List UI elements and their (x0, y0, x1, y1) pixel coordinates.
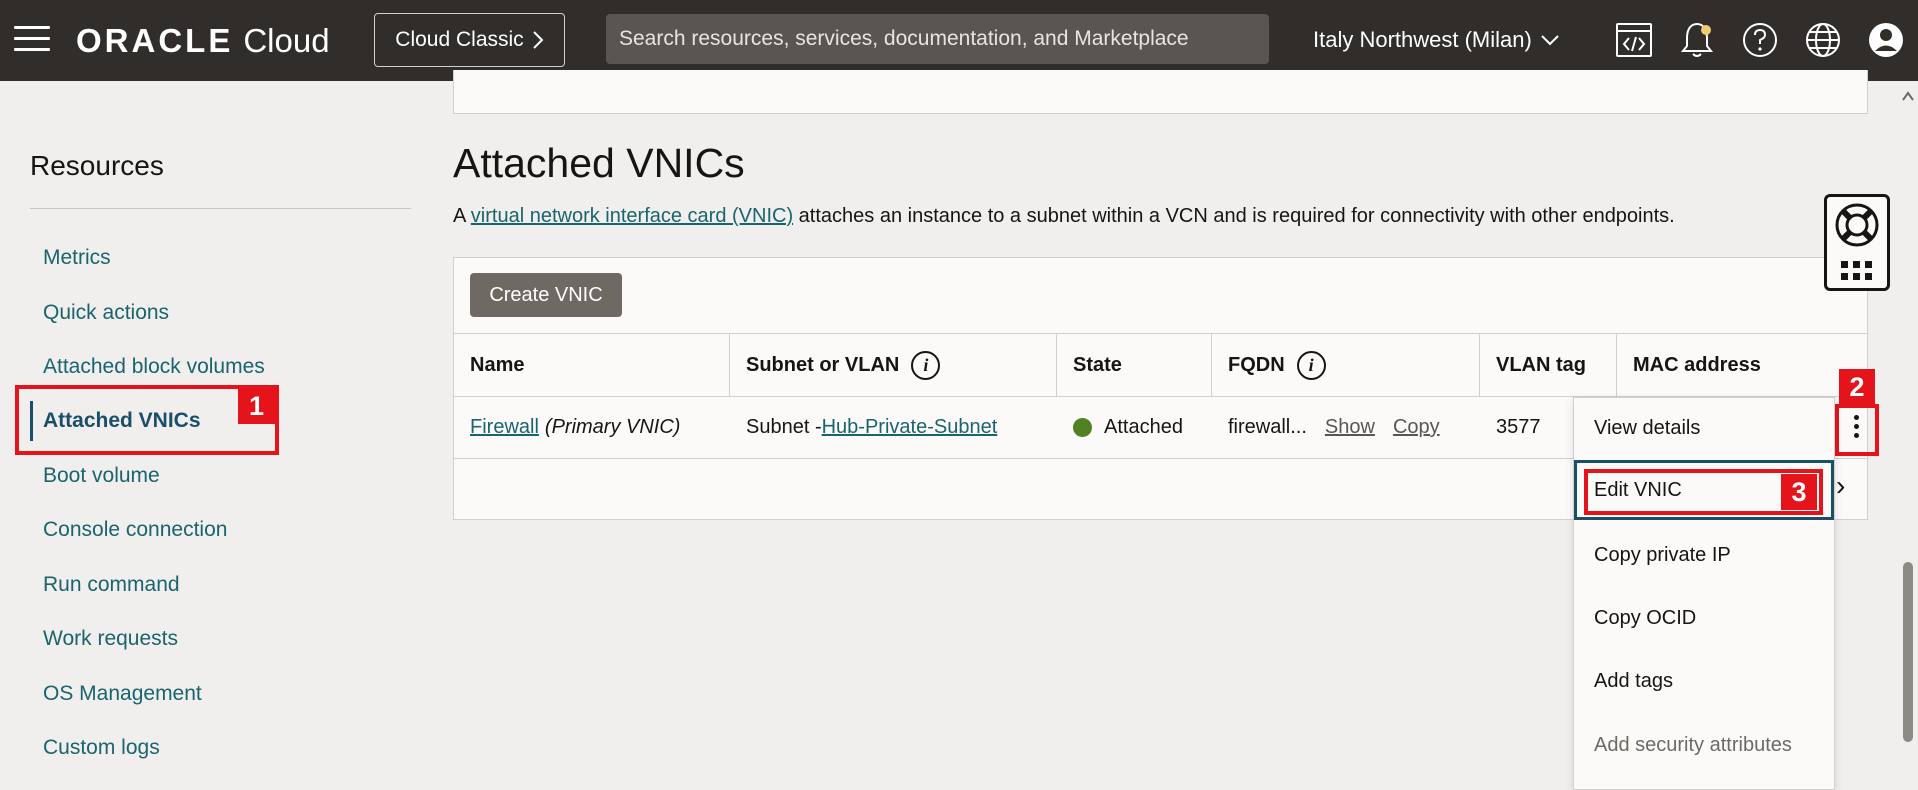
sidebar-item-boot-volume[interactable]: Boot volume (30, 456, 330, 496)
chevron-right-icon[interactable]: › (1836, 470, 1845, 502)
vnic-docs-link[interactable]: virtual network interface card (VNIC) (471, 205, 793, 227)
desc-prefix: A (453, 205, 471, 227)
fqdn-value: firewall... (1228, 416, 1307, 438)
column-header-vlan-tag[interactable]: VLAN tag (1480, 334, 1617, 396)
column-header-mac-address[interactable]: MAC address (1617, 334, 1867, 396)
chevron-right-icon (532, 31, 544, 49)
bell-icon[interactable] (1677, 20, 1717, 60)
cell-subnet: Subnet - Hub-Private-Subnet (730, 397, 997, 458)
cell-vlan-tag: 3577 (1480, 397, 1541, 458)
info-icon[interactable]: i (1296, 350, 1326, 380)
cloud-classic-label: Cloud Classic (395, 28, 524, 51)
column-header-name[interactable]: Name (454, 334, 730, 396)
search-input[interactable]: Search resources, services, documentatio… (606, 14, 1269, 64)
info-icon[interactable]: i (911, 350, 941, 380)
lifebuoy-icon (1835, 203, 1879, 247)
page-title: Attached VNICs (453, 140, 745, 186)
top-navigation-bar: ORACLE Cloud Cloud Classic Search resour… (0, 0, 1918, 81)
scrollbar-thumb[interactable] (1903, 562, 1913, 742)
annotation-box-2 (1835, 404, 1879, 456)
menu-item-copy-ocid[interactable]: Copy OCID (1574, 588, 1834, 648)
logo-product: Cloud (243, 22, 330, 59)
menu-item-add-tags[interactable]: Add tags (1574, 651, 1834, 711)
search-placeholder: Search resources, services, documentatio… (619, 27, 1189, 50)
oracle-cloud-logo[interactable]: ORACLE Cloud (76, 22, 330, 62)
column-header-label: MAC address (1633, 353, 1761, 376)
state-label: Attached (1104, 416, 1183, 438)
column-header-label: Name (470, 353, 525, 376)
sidebar-item-metrics[interactable]: Metrics (30, 238, 330, 278)
chevron-down-icon (1541, 35, 1559, 46)
fqdn-show-link[interactable]: Show (1325, 416, 1375, 439)
globe-icon[interactable] (1803, 20, 1843, 60)
help-widget[interactable] (1824, 194, 1890, 291)
status-dot-icon (1073, 418, 1092, 437)
menu-item-view-details[interactable]: View details (1574, 398, 1834, 458)
column-header-subnet[interactable]: Subnet or VLAN i (730, 334, 1057, 396)
sidebar-item-quick-actions[interactable]: Quick actions (30, 293, 330, 333)
create-vnic-button[interactable]: Create VNIC (470, 273, 622, 317)
region-selector[interactable]: Italy Northwest (Milan) (1313, 22, 1560, 58)
previous-section-panel (453, 70, 1868, 114)
sidebar-item-custom-logs[interactable]: Custom logs (30, 728, 330, 768)
region-label: Italy Northwest (Milan) (1313, 27, 1532, 52)
column-header-label: FQDN (1228, 353, 1285, 376)
table-header: Name Subnet or VLAN i State FQDN i VLAN … (454, 333, 1867, 397)
cloud-classic-button[interactable]: Cloud Classic (374, 13, 565, 67)
logo-brand: ORACLE (76, 22, 234, 59)
annotation-number-3: 3 (1781, 474, 1817, 510)
cell-name: Firewall (Primary VNIC) (454, 397, 680, 458)
section-description: A virtual network interface card (VNIC) … (453, 205, 1675, 228)
code-editor-icon[interactable] (1614, 20, 1654, 60)
resources-heading: Resources (30, 150, 164, 181)
column-header-fqdn[interactable]: FQDN i (1212, 334, 1480, 396)
menu-item-copy-private-ip[interactable]: Copy private IP (1574, 525, 1834, 585)
sidebar-item-console-connection[interactable]: Console connection (30, 510, 330, 550)
resources-divider (30, 208, 411, 209)
subnet-link[interactable]: Hub-Private-Subnet (822, 416, 998, 439)
desc-suffix: attaches an instance to a subnet within … (793, 205, 1675, 227)
sidebar-item-os-management[interactable]: OS Management (30, 674, 330, 714)
menu-item-add-security-attributes: Add security attributes (1594, 733, 1792, 756)
column-header-state[interactable]: State (1057, 334, 1212, 396)
cell-state: Attached (1057, 397, 1183, 458)
scroll-up-icon[interactable] (1901, 90, 1915, 102)
vnic-name-link[interactable]: Firewall (470, 416, 539, 439)
sidebar-item-run-command[interactable]: Run command (30, 565, 330, 605)
annotation-number-1: 1 (238, 388, 275, 424)
apps-grid-icon (1841, 260, 1872, 280)
vnic-primary-label: (Primary VNIC) (544, 416, 681, 438)
sidebar-item-work-requests[interactable]: Work requests (30, 619, 330, 659)
sidebar-item-attached-block-volumes[interactable]: Attached block volumes (30, 347, 330, 387)
user-icon[interactable] (1866, 20, 1906, 60)
column-header-label: Subnet or VLAN (746, 353, 900, 376)
column-header-label: VLAN tag (1496, 353, 1586, 376)
column-header-label: State (1073, 353, 1122, 376)
fqdn-copy-link[interactable]: Copy (1393, 416, 1440, 439)
row-actions-menu: View details Edit VNIC Copy private IP C… (1573, 397, 1835, 790)
vlan-tag-value: 3577 (1496, 416, 1541, 438)
help-icon[interactable] (1740, 20, 1780, 60)
annotation-number-2: 2 (1839, 369, 1875, 405)
cell-fqdn: firewall... Show Copy (1212, 397, 1440, 458)
subnet-prefix: Subnet - (746, 416, 822, 438)
hamburger-menu-icon[interactable] (14, 26, 50, 54)
